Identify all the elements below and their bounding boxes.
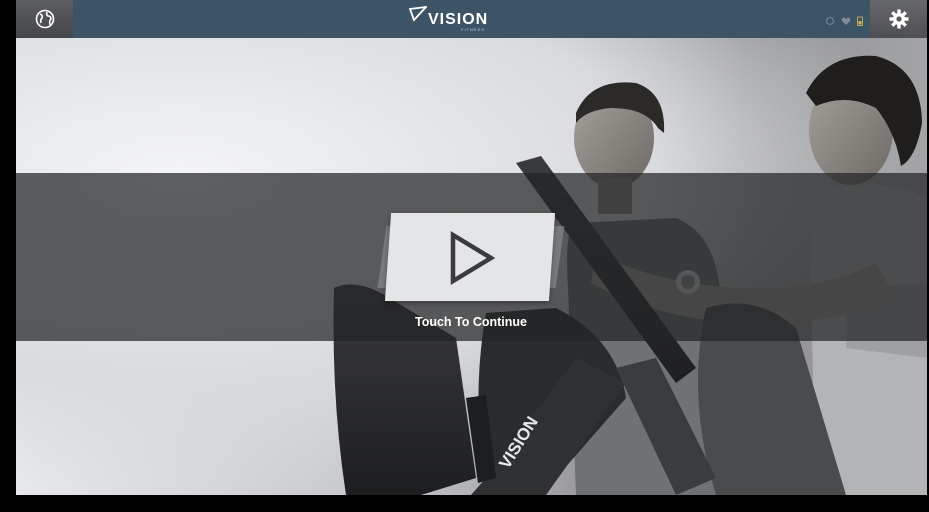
brand-subtitle: FITNESS [461, 27, 485, 32]
settings-button[interactable] [870, 0, 927, 38]
play-icon[interactable] [448, 231, 496, 285]
globe-icon [35, 9, 54, 29]
heart-icon [841, 13, 851, 31]
touch-to-continue-label[interactable]: Touch To Continue [387, 315, 555, 329]
language-button[interactable] [16, 0, 73, 38]
gear-icon [889, 9, 908, 29]
top-bar: VISION FITNESS [16, 0, 927, 38]
battery-icon [857, 13, 863, 31]
brand-mark-icon [409, 6, 427, 22]
brand-logo: VISION FITNESS [409, 6, 488, 32]
status-icons [825, 13, 863, 31]
heart-rate-icon [825, 13, 835, 31]
screen: VISION VISION FITNESS Touch To Continue [16, 0, 927, 495]
